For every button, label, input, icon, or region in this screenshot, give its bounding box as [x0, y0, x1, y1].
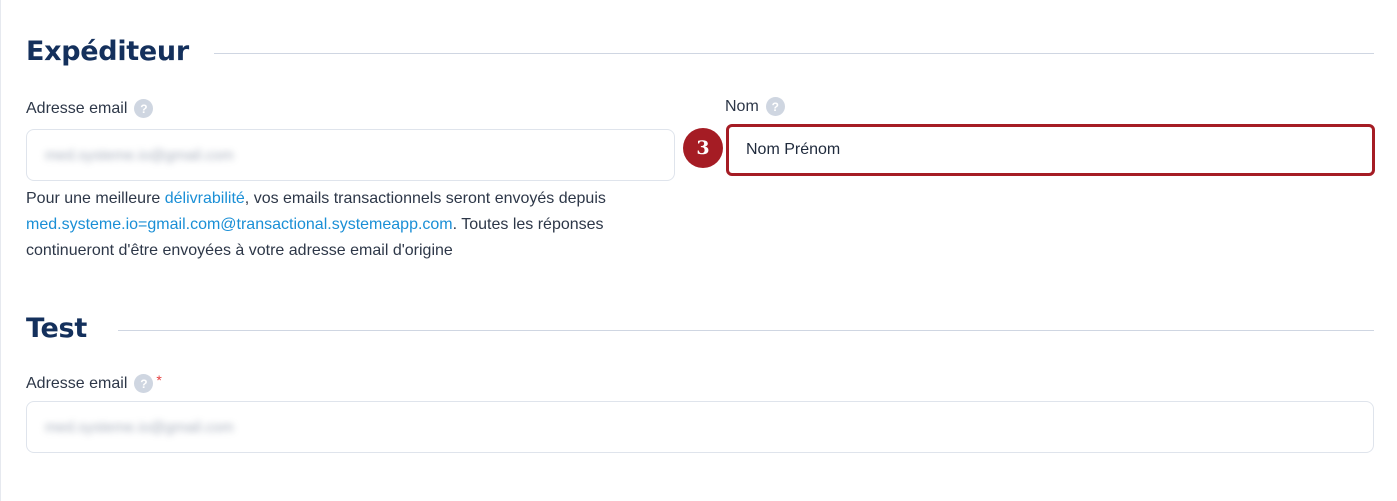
test-section-header: Test [26, 313, 87, 344]
deliverability-note-text-2: , vos emails transactionnels seront envo… [244, 190, 606, 207]
sender-section-divider [214, 53, 1374, 54]
test-email-value: med.systeme.io@gmail.com [45, 418, 234, 436]
test-email-input[interactable]: med.systeme.io@gmail.com [26, 401, 1374, 453]
step-number-badge: 3 [683, 128, 723, 168]
test-section-divider [118, 330, 1374, 331]
sender-email-label-text: Adresse email [26, 99, 128, 117]
deliverability-link[interactable]: délivrabilité [165, 190, 245, 207]
test-section-title: Test [26, 313, 87, 344]
required-marker: * [156, 371, 162, 388]
test-email-label: Adresse email ? * [26, 371, 162, 393]
question-circle-icon[interactable]: ? [134, 374, 154, 393]
transactional-address-link[interactable]: med.systeme.io=gmail.com@transactional.s… [26, 216, 453, 233]
panel-left-border [0, 0, 1, 501]
sender-name-label: Nom ? [725, 97, 785, 116]
sender-name-input[interactable]: Nom Prénom [726, 124, 1375, 176]
sender-name-label-text: Nom [725, 97, 759, 115]
question-circle-icon[interactable]: ? [134, 99, 154, 118]
sender-section-title: Expéditeur [26, 36, 189, 67]
sender-name-value: Nom Prénom [746, 141, 841, 158]
question-circle-icon[interactable]: ? [765, 97, 785, 116]
sender-email-input[interactable]: med.systeme.io@gmail.com [26, 129, 675, 181]
sender-email-value: med.systeme.io@gmail.com [45, 146, 234, 164]
sender-section-header: Expéditeur [26, 36, 189, 67]
test-email-label-text: Adresse email [26, 374, 128, 392]
sender-email-label: Adresse email ? [26, 99, 154, 118]
deliverability-note-text-1: Pour une meilleure [26, 190, 165, 207]
deliverability-note: Pour une meilleure délivrabilité, vos em… [26, 186, 686, 264]
